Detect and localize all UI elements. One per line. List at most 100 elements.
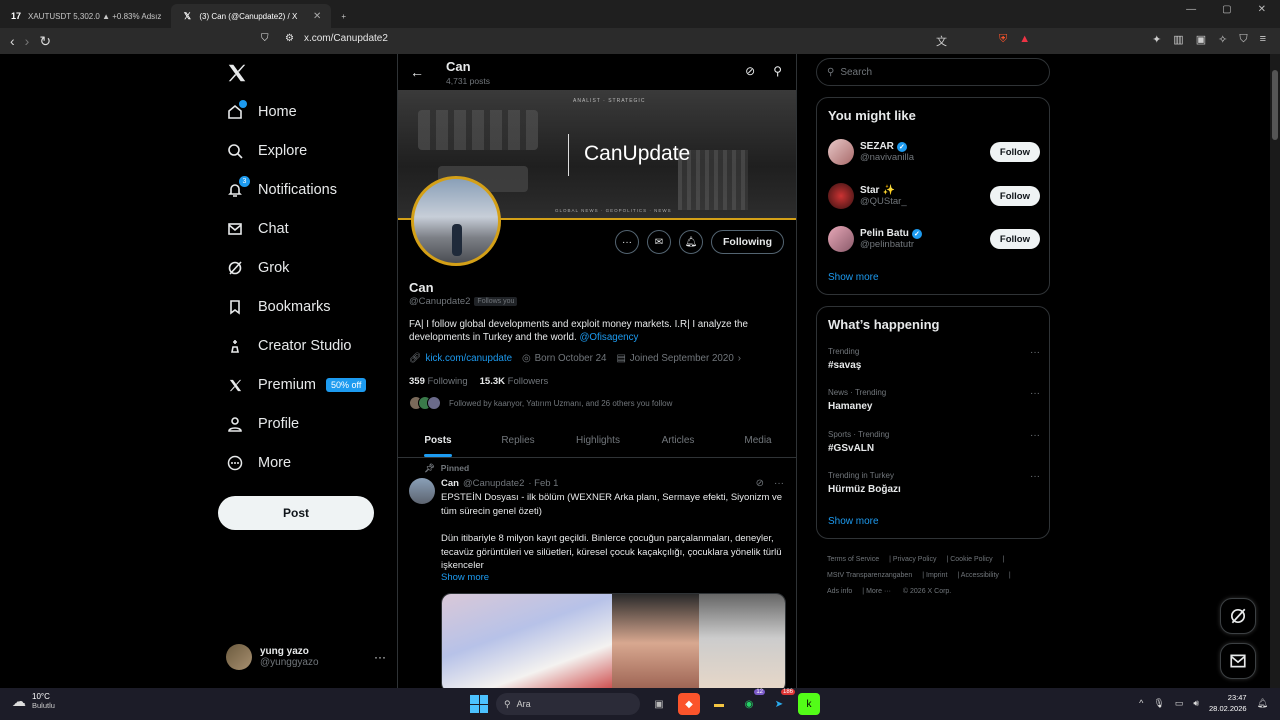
tab-articles[interactable]: Articles <box>638 426 718 457</box>
close-window-icon[interactable]: ✕ <box>1258 4 1266 15</box>
start-button[interactable] <box>470 695 488 713</box>
x-logo-icon[interactable] <box>226 62 248 84</box>
taskbar-search[interactable]: ⚲ Ara <box>496 693 640 715</box>
minimize-icon[interactable]: — <box>1186 4 1196 15</box>
tweet-show-more[interactable]: Show more <box>441 572 489 583</box>
show-more-link[interactable]: Show more <box>828 272 879 283</box>
media-image[interactable] <box>698 594 785 688</box>
vpn-icon[interactable]: ⛉ <box>1239 33 1247 49</box>
search-input[interactable]: ⚲ Search <box>816 58 1050 86</box>
bookmark-page-icon[interactable]: ⛉ <box>261 33 269 44</box>
media-image[interactable] <box>612 594 699 688</box>
nav-notifications[interactable]: 3 Notifications <box>226 176 337 203</box>
extensions-icon[interactable]: ✦ <box>1152 33 1161 49</box>
messages-fab-button[interactable] <box>1220 643 1256 679</box>
grok-icon[interactable]: ⊘ <box>745 64 755 78</box>
more-dots-icon[interactable]: ··· <box>774 478 784 489</box>
search-icon[interactable]: ⚲ <box>773 64 782 78</box>
more-dots-icon[interactable]: ··· <box>1030 388 1040 399</box>
new-tab-button[interactable]: + <box>331 4 356 28</box>
tab-media[interactable]: Media <box>718 426 796 457</box>
tweet-media[interactable] <box>441 593 786 688</box>
following-button[interactable]: Following <box>711 230 784 254</box>
microphone-icon[interactable]: 🎙︎ <box>1153 698 1164 709</box>
close-tab-icon[interactable]: ✕ <box>313 11 321 22</box>
nav-premium[interactable]: Premium 50% off <box>226 372 367 398</box>
follow-button[interactable]: Follow <box>989 142 1040 162</box>
more-dots-icon[interactable]: ··· <box>1030 347 1040 358</box>
profile-photo[interactable] <box>411 176 501 266</box>
telegram-icon[interactable]: ➤ 186 <box>768 689 795 715</box>
file-explorer-icon[interactable]: ▬ <box>708 693 730 715</box>
grok-icon[interactable]: ⊘ <box>756 478 764 489</box>
speaker-icon[interactable]: 🔊︎ <box>1193 698 1199 709</box>
follow-button[interactable]: Follow <box>989 186 1040 206</box>
nav-creator-studio[interactable]: Creator Studio <box>226 333 352 359</box>
notify-bell-button[interactable]: 🔔︎ <box>679 230 703 254</box>
brave-app-icon[interactable]: ◆ <box>678 693 700 715</box>
bio-mention-link[interactable]: @Ofisagency <box>579 332 638 343</box>
following-count[interactable]: 359 Following <box>409 376 468 387</box>
kick-app-icon[interactable]: k <box>798 693 820 715</box>
browser-tab-tradingview[interactable]: 17 XAUTUSDT 5,302.0 ▲ +0.83% Adsız <box>0 4 171 28</box>
back-arrow-icon[interactable]: ← <box>410 64 424 80</box>
show-more-link[interactable]: Show more <box>828 516 879 527</box>
nav-grok[interactable]: Grok <box>226 255 289 281</box>
trend-item[interactable]: Sports · Trending #GSvALN ··· <box>828 430 1040 454</box>
brave-rewards-icon[interactable]: ▲ <box>1019 33 1030 49</box>
site-settings-icon[interactable]: ⚙ <box>285 33 294 44</box>
page-scrollbar[interactable] <box>1270 54 1280 688</box>
nav-explore[interactable]: Explore <box>226 138 307 164</box>
nav-more[interactable]: More <box>226 450 291 476</box>
post-button[interactable]: Post <box>218 496 374 530</box>
trend-item[interactable]: Trending in Turkey Hürmüz Boğazı ··· <box>828 471 1040 495</box>
translate-icon[interactable]: 文 <box>936 33 947 49</box>
forward-icon[interactable]: › <box>25 33 30 50</box>
tweet-handle[interactable]: @Canupdate2 <box>463 478 524 489</box>
more-options-button[interactable]: ··· <box>615 230 639 254</box>
nav-home[interactable]: Home <box>226 99 297 125</box>
clock[interactable]: 23:47 28.02.2026 <box>1209 692 1247 714</box>
nav-bookmarks[interactable]: Bookmarks <box>226 294 331 320</box>
menu-icon[interactable]: ≡ <box>1260 33 1266 49</box>
nav-chat[interactable]: Chat <box>226 216 289 242</box>
trend-item[interactable]: Trending #savaş ··· <box>828 347 1040 371</box>
sidebar-icon[interactable]: ▥ <box>1173 33 1183 49</box>
join-date[interactable]: Joined September 2020 <box>630 353 734 364</box>
followed-by[interactable]: Followed by kaanyor, Yatırım Uzmanı, and… <box>409 396 672 410</box>
tab-posts[interactable]: Posts <box>398 426 478 457</box>
tweet-date[interactable]: · Feb 1 <box>528 478 558 489</box>
more-dots-icon[interactable]: ··· <box>1030 471 1040 482</box>
tab-highlights[interactable]: Highlights <box>558 426 638 457</box>
suggestion-item[interactable]: Star ✨ @QUStar_ Follow <box>828 182 1040 210</box>
maximize-icon[interactable]: ▢ <box>1222 4 1231 15</box>
chevron-up-icon[interactable]: ^ <box>1139 698 1143 708</box>
trend-item[interactable]: News · Trending Hamaney ··· <box>828 388 1040 412</box>
chevron-right-icon[interactable]: › <box>738 353 741 364</box>
media-image[interactable] <box>442 594 613 688</box>
followers-count[interactable]: 15.3K Followers <box>480 376 549 387</box>
brave-shield-icon[interactable]: ⛨ <box>999 33 1007 49</box>
tweet-author[interactable]: Can <box>441 478 459 489</box>
account-switcher[interactable]: yung yazo @yunggyazo ··· <box>226 644 386 670</box>
tweet-avatar[interactable] <box>409 478 435 504</box>
weather-widget[interactable]: ☁ 10°C Bulutlu <box>12 692 55 710</box>
url-field[interactable]: ⛉ ⚙ x.com/Canupdate2 <box>261 33 388 44</box>
suggestion-item[interactable]: Pelin Batu ✓ @pelinbatutr Follow <box>828 225 1040 253</box>
leo-icon[interactable]: ✧ <box>1218 33 1227 49</box>
tweet-text[interactable]: EPSTEİN Dosyası - ilk bölüm (WEXNER Arka… <box>441 491 789 587</box>
website-link[interactable]: kick.com/canupdate <box>425 353 512 364</box>
nav-profile[interactable]: Profile <box>226 411 299 437</box>
whatsapp-icon[interactable]: ◉ 12 <box>738 689 765 715</box>
network-icon[interactable]: ▭ <box>1175 698 1184 709</box>
reload-icon[interactable]: ↻ <box>39 33 51 50</box>
suggestion-item[interactable]: SEZAR ✓ @navivanilla Follow <box>828 138 1040 166</box>
grok-fab-button[interactable] <box>1220 598 1256 634</box>
message-button[interactable]: ✉ <box>647 230 671 254</box>
back-icon[interactable]: ‹ <box>10 33 15 50</box>
task-view-icon[interactable]: ▣ <box>648 693 670 715</box>
follow-button[interactable]: Follow <box>989 229 1040 249</box>
notification-icon[interactable]: 🔔︎ <box>1257 698 1268 709</box>
more-dots-icon[interactable]: ··· <box>1030 430 1040 441</box>
tab-replies[interactable]: Replies <box>478 426 558 457</box>
